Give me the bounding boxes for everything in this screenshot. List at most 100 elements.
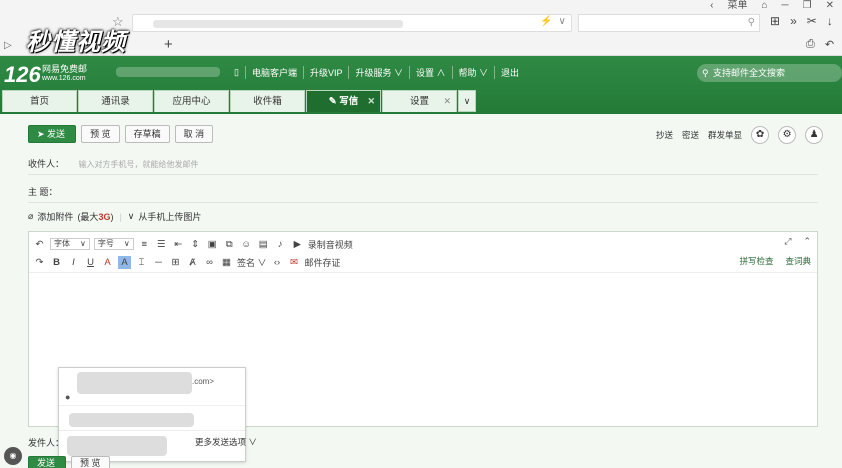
close-tab-icon[interactable]: ✕ xyxy=(443,91,451,112)
table-icon[interactable]: ⊞ xyxy=(169,256,182,269)
cancel-button[interactable]: 取 消 xyxy=(174,125,214,143)
font-color-icon[interactable]: A xyxy=(101,256,114,269)
tab-label: 首页 xyxy=(29,96,49,107)
tab-label: 通讯录 xyxy=(101,96,130,107)
save-draft-button[interactable]: 存草稿 xyxy=(124,125,170,143)
close-tab-icon[interactable]: ✕ xyxy=(367,91,375,112)
scissors-icon[interactable]: ✂ xyxy=(807,14,817,28)
certificate-button[interactable]: 邮件存证 xyxy=(305,256,341,269)
preview-button[interactable]: 预 览 xyxy=(81,125,120,143)
template-icon[interactable]: ▤ xyxy=(257,238,270,251)
redo-icon[interactable]: ↷ xyxy=(33,256,46,269)
apps-grid-icon[interactable]: ⊞ xyxy=(770,14,780,28)
mail-logo[interactable]: 126 xyxy=(4,62,41,88)
font-size-select[interactable]: 字号 ∨ xyxy=(93,238,134,250)
tabs-more-chevron-icon[interactable]: ∨ xyxy=(458,90,476,112)
pin-icon[interactable]: ⌂ xyxy=(762,0,768,12)
to-placeholder: 输入对方手机号，就能给他发邮件 xyxy=(78,160,199,169)
dictionary-link[interactable]: 查词典 xyxy=(785,255,811,267)
signature-select[interactable]: 签名 ∨ xyxy=(237,256,267,269)
bold-icon[interactable]: B xyxy=(50,256,63,269)
to-field[interactable]: 收件人： 输入对方手机号，就能给他发邮件 xyxy=(28,153,818,175)
link-logout[interactable]: 退出 xyxy=(494,66,525,79)
microphone-icon[interactable]: ♪ xyxy=(274,238,287,251)
font-size-label: 字号 xyxy=(97,239,114,248)
share-icon[interactable]: ⎙ xyxy=(806,38,815,51)
cc-link[interactable]: 抄送 xyxy=(656,129,673,141)
code-icon[interactable]: ‹› xyxy=(271,256,284,269)
floating-widget-icon[interactable]: ◉ xyxy=(4,447,22,465)
format-brush-icon[interactable]: ⌶ xyxy=(135,256,148,269)
horizontal-rule-icon[interactable]: ─ xyxy=(152,256,165,269)
app-icon[interactable]: ✿ xyxy=(751,126,770,144)
emoji-icon[interactable]: ☺ xyxy=(240,238,253,251)
account-name-blur xyxy=(116,67,220,77)
clear-format-icon[interactable]: Ⱥ xyxy=(186,256,199,269)
link-desktop-client[interactable]: 电脑客户端 xyxy=(244,66,303,79)
link-help[interactable]: 帮助 ∨ xyxy=(451,66,495,79)
upload-chevron-icon[interactable]: ∨ xyxy=(128,211,135,222)
link-upgrade-service[interactable]: 升级服务 ∨ xyxy=(348,66,409,79)
highlight-icon[interactable]: A xyxy=(118,255,131,269)
restore-icon[interactable]: ❐ xyxy=(803,0,812,12)
browser-search-bar[interactable]: ⚲ xyxy=(578,14,760,32)
tab-settings[interactable]: 设置 ✕ xyxy=(382,90,457,112)
indent-icon[interactable]: ⇤ xyxy=(172,238,185,251)
download-icon[interactable]: ↓ xyxy=(827,14,833,28)
underline-icon[interactable]: U xyxy=(84,256,97,269)
more-send-options-link[interactable]: 更多发送选项 ∨ xyxy=(195,436,257,448)
bcc-link[interactable]: 密送 xyxy=(682,129,699,141)
undo-icon[interactable]: ↶ xyxy=(33,238,46,251)
address-bar[interactable] xyxy=(132,14,572,32)
link-settings[interactable]: 设置 ∧ xyxy=(409,66,452,79)
signature-image-icon[interactable]: ▦ xyxy=(220,256,233,269)
lightning-icon[interactable]: ⚡ xyxy=(540,16,552,27)
minimize-icon[interactable]: ─ xyxy=(782,0,789,12)
tab-inbox[interactable]: 收件箱 xyxy=(230,90,305,112)
tab-home[interactable]: 首页 xyxy=(2,90,77,112)
sidebar-toggle-icon[interactable]: ▷ xyxy=(4,40,12,51)
paperclip-icon: ⌀ xyxy=(28,211,34,221)
contact-icon[interactable]: ♟ xyxy=(805,126,824,144)
line-height-icon[interactable]: ⇕ xyxy=(189,238,202,251)
subject-field[interactable]: 主 题： xyxy=(28,181,818,203)
link-icon[interactable]: ∞ xyxy=(203,256,216,269)
italic-icon[interactable]: I xyxy=(67,256,80,269)
font-family-select[interactable]: 字体 ∨ xyxy=(50,238,90,250)
menu-button[interactable]: 菜单 xyxy=(728,0,748,12)
mail-search-input[interactable]: ⚲ 支持邮件全文搜索 xyxy=(697,64,842,82)
editor-corner-tools: ⤢ ⌃ xyxy=(784,236,811,247)
add-attachment-link[interactable]: 添加附件 xyxy=(37,210,73,223)
expand-icon[interactable]: ⤢ xyxy=(784,236,791,247)
send-button[interactable]: ➤ 发送 xyxy=(28,125,77,143)
back-chevron-icon[interactable]: ‹ xyxy=(710,0,713,12)
dropdown-chevron-icon[interactable]: ∨ xyxy=(558,16,565,27)
upload-from-phone-link[interactable]: 从手机上传图片 xyxy=(138,210,201,223)
phone-icon[interactable]: ▯ xyxy=(228,67,245,78)
spellcheck-link[interactable]: 拼写检查 xyxy=(739,255,773,267)
record-video-button[interactable]: 录制音视频 xyxy=(308,238,353,251)
video-icon[interactable]: ▶ xyxy=(291,238,304,251)
bottom-send-button[interactable]: 发送 xyxy=(28,456,67,468)
certificate-icon[interactable]: ✉ xyxy=(288,256,301,269)
gear-icon[interactable]: ⚙ xyxy=(778,126,797,144)
collapse-icon[interactable]: ⌃ xyxy=(803,236,811,247)
attach-limit-suffix: ) xyxy=(110,212,114,222)
align-icon[interactable]: ≡ xyxy=(138,238,151,251)
undo-browser-icon[interactable]: ↶ xyxy=(825,38,834,51)
screenshot-icon[interactable]: ⧉ xyxy=(223,238,236,251)
tab-contacts[interactable]: 通讯录 xyxy=(78,90,153,112)
tab-compose[interactable]: ✎ 写信 ✕ xyxy=(306,90,381,112)
more-arrows-icon[interactable]: » xyxy=(790,14,797,28)
image-icon[interactable]: ▣ xyxy=(206,238,219,251)
list-icon[interactable]: ☰ xyxy=(155,238,168,251)
editor-right-tools: 拼写检查 查词典 xyxy=(739,255,811,267)
bottom-preview-button[interactable]: 预 览 xyxy=(71,456,110,468)
search-icon[interactable]: ⚲ xyxy=(748,17,755,28)
close-window-icon[interactable]: ✕ xyxy=(826,0,834,12)
popup-divider xyxy=(59,405,245,406)
new-tab-button[interactable]: + xyxy=(164,36,173,53)
group-send-link[interactable]: 群发单显 xyxy=(708,129,742,141)
tab-app-center[interactable]: 应用中心 xyxy=(154,90,229,112)
link-upgrade-vip[interactable]: 升级VIP xyxy=(302,66,349,79)
